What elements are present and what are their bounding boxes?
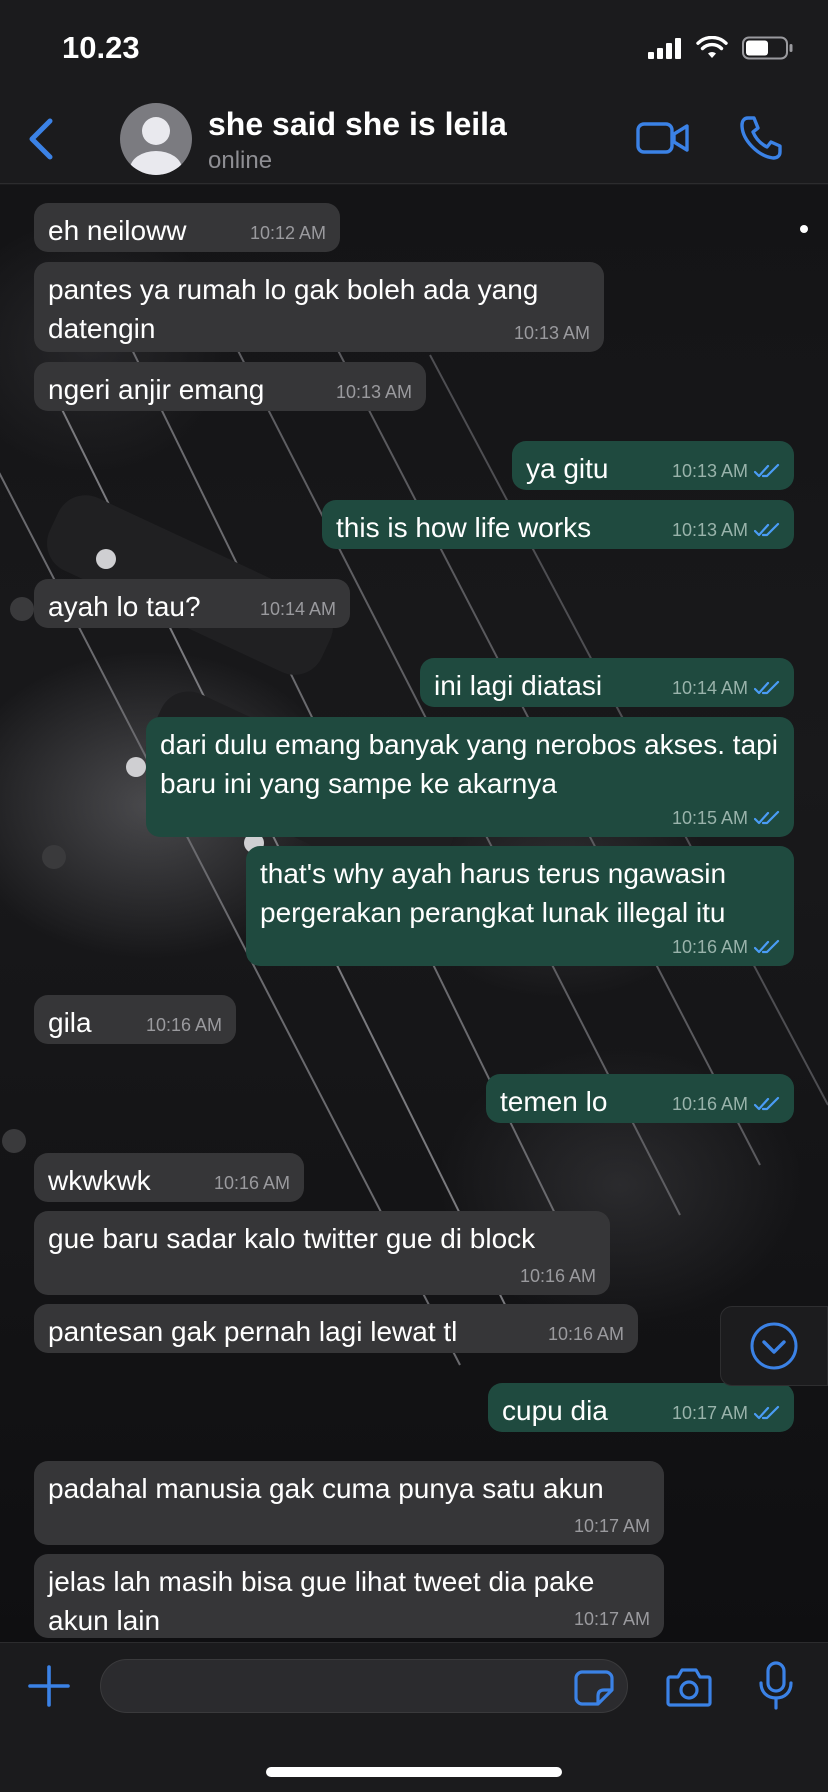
message-text: pantesan gak pernah lagi lewat tl	[48, 1316, 458, 1347]
message-bubble-incoming[interactable]: ayah lo tau? 10:14 AM	[34, 579, 350, 628]
message-text: jelas lah masih bisa gue lihat tweet dia…	[48, 1566, 595, 1636]
message-time: 10:13 AM	[671, 461, 748, 481]
attach-button[interactable]	[28, 1665, 70, 1707]
home-indicator	[266, 1767, 562, 1777]
double-check-icon	[754, 680, 780, 695]
video-call-button[interactable]	[636, 118, 690, 158]
status-bar: 10.23	[0, 0, 828, 94]
message-bubble-incoming[interactable]: eh neiloww 10:12 AM	[34, 203, 340, 252]
message-bubble-outgoing[interactable]: temen lo 10:16 AM	[486, 1074, 794, 1123]
message-text: padahal manusia gak cuma punya satu akun	[48, 1473, 604, 1504]
chat-area[interactable]: eh neiloww 10:12 AM pantes ya rumah lo g…	[0, 185, 828, 1642]
double-check-icon	[754, 939, 780, 954]
message-text: that's why ayah harus terus ngawasin per…	[260, 858, 727, 928]
message-time: 10:13 AM	[671, 520, 748, 540]
status-icons	[648, 36, 794, 60]
message-time: 10:17 AM	[671, 1403, 748, 1423]
message-bubble-incoming[interactable]: wkwkwk 10:16 AM	[34, 1153, 304, 1202]
default-avatar-icon	[130, 117, 182, 175]
wifi-icon	[696, 36, 728, 58]
message-bubble-incoming[interactable]: ngeri anjir emang 10:13 AM	[34, 362, 426, 411]
message-time: 10:16 AM	[547, 1324, 624, 1344]
microphone-icon	[759, 1661, 793, 1710]
camera-button[interactable]	[666, 1665, 712, 1709]
sticker-button[interactable]	[574, 1670, 614, 1706]
message-time: 10:16 AM	[671, 1094, 748, 1114]
message-time: 10:17 AM	[573, 1609, 650, 1629]
plus-icon	[28, 1665, 70, 1707]
back-chevron-icon	[29, 118, 53, 160]
message-bubble-incoming[interactable]: pantes ya rumah lo gak boleh ada yang da…	[34, 262, 604, 352]
contact-status: online	[208, 147, 273, 174]
message-input[interactable]	[100, 1659, 628, 1713]
message-text: gue baru sadar kalo twitter gue di block	[48, 1223, 536, 1254]
message-time: 10:12 AM	[249, 223, 326, 243]
phone-icon	[740, 116, 782, 160]
input-bar	[0, 1642, 828, 1792]
scroll-to-bottom-button[interactable]	[720, 1306, 828, 1386]
message-time: 10:15 AM	[671, 808, 748, 828]
message-time: 10:14 AM	[259, 599, 336, 619]
message-time: 10:16 AM	[671, 937, 748, 957]
message-time: 10:13 AM	[335, 382, 412, 402]
battery-icon	[742, 36, 793, 60]
double-check-icon	[754, 1405, 780, 1420]
status-time: 10.23	[62, 30, 140, 65]
message-bubble-incoming[interactable]: padahal manusia gak cuma punya satu akun…	[34, 1461, 664, 1545]
message-bubble-incoming[interactable]: gue baru sadar kalo twitter gue di block…	[34, 1211, 610, 1295]
back-button[interactable]	[20, 114, 60, 164]
message-bubble-outgoing[interactable]: dari dulu emang banyak yang nerobos akse…	[146, 717, 794, 837]
message-time: 10:14 AM	[671, 678, 748, 698]
message-bubble-outgoing[interactable]: this is how life works 10:13 AM	[322, 500, 794, 549]
message-time: 10:16 AM	[145, 1015, 222, 1035]
double-check-icon	[754, 522, 780, 537]
message-bubble-outgoing[interactable]: cupu dia 10:17 AM	[488, 1383, 794, 1432]
message-time: 10:17 AM	[573, 1516, 650, 1536]
sticker-icon	[574, 1670, 614, 1706]
message-bubble-incoming[interactable]: jelas lah masih bisa gue lihat tweet dia…	[34, 1554, 664, 1638]
video-call-icon	[636, 122, 689, 154]
camera-icon	[666, 1668, 712, 1707]
message-time: 10:13 AM	[513, 323, 590, 343]
message-time: 10:16 AM	[213, 1173, 290, 1193]
double-check-icon	[754, 1096, 780, 1111]
chevron-down-icon	[750, 1322, 798, 1370]
message-bubble-outgoing[interactable]: ini lagi diatasi 10:14 AM	[420, 658, 794, 707]
signal-icon	[648, 38, 681, 59]
double-check-icon	[754, 810, 780, 825]
message-text: pantes ya rumah lo gak boleh ada yang da…	[48, 274, 539, 344]
microphone-button[interactable]	[758, 1661, 794, 1711]
contact-name[interactable]: she said she is leila	[208, 106, 507, 143]
message-bubble-incoming[interactable]: gila 10:16 AM	[34, 995, 236, 1044]
message-bubble-incoming[interactable]: pantesan gak pernah lagi lewat tl 10:16 …	[34, 1304, 638, 1353]
message-text: dari dulu emang banyak yang nerobos akse…	[160, 729, 778, 799]
message-bubble-outgoing[interactable]: ya gitu 10:13 AM	[512, 441, 794, 490]
message-time: 10:16 AM	[519, 1266, 596, 1286]
voice-call-button[interactable]	[738, 114, 782, 162]
message-bubble-outgoing[interactable]: that's why ayah harus terus ngawasin per…	[246, 846, 794, 966]
contact-avatar[interactable]	[120, 103, 192, 175]
double-check-icon	[754, 463, 780, 478]
chat-header: she said she is leila online	[0, 94, 828, 184]
